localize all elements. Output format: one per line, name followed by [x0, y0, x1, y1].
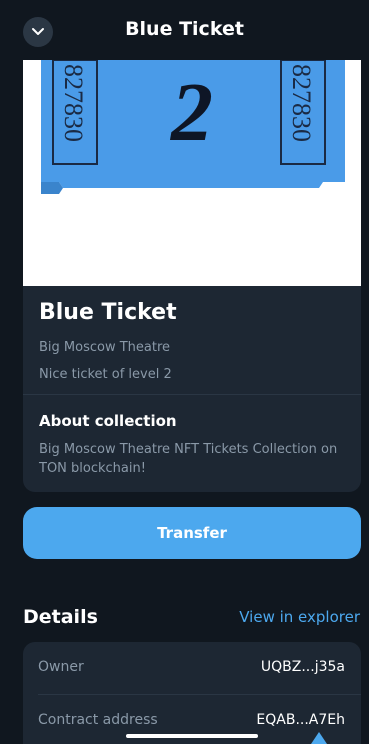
nft-image[interactable]: 827830 827830 2 — [23, 60, 361, 286]
ticket-serial-right: 827830 — [287, 64, 316, 142]
details-title: Details — [23, 606, 98, 628]
detail-row-owner[interactable]: Owner UQBZ...j35a — [23, 642, 361, 695]
detail-label: Owner — [38, 659, 84, 675]
nft-title: Blue Ticket — [39, 300, 177, 325]
nft-collection-name: Big Moscow Theatre — [39, 340, 171, 355]
contract-address[interactable]: EQAB...A7Eh — [256, 712, 345, 728]
detail-label: Contract address — [38, 712, 158, 728]
home-indicator[interactable] — [126, 734, 258, 738]
view-in-explorer-link[interactable]: View in explorer — [239, 608, 360, 626]
nft-description: Nice ticket of level 2 — [39, 367, 172, 382]
nft-card: 827830 827830 2 Blue Ticket Big Moscow T… — [23, 60, 361, 492]
about-collection-text: Big Moscow Theatre NFT Tickets Collectio… — [39, 442, 338, 476]
page-title: Blue Ticket — [125, 18, 244, 40]
transfer-button[interactable]: Transfer — [23, 507, 361, 559]
divider — [23, 394, 361, 395]
owner-address[interactable]: UQBZ...j35a — [261, 659, 345, 675]
ticket-illustration: 827830 827830 2 — [41, 60, 345, 194]
about-collection-title: About collection — [39, 412, 177, 430]
header: Blue Ticket — [0, 0, 369, 60]
ticket-number: 2 — [169, 66, 213, 159]
ticket-serial-left: 827830 — [59, 64, 88, 142]
details-card: Owner UQBZ...j35a Contract address EQAB.… — [23, 642, 361, 744]
arrow-up-icon — [311, 732, 327, 744]
